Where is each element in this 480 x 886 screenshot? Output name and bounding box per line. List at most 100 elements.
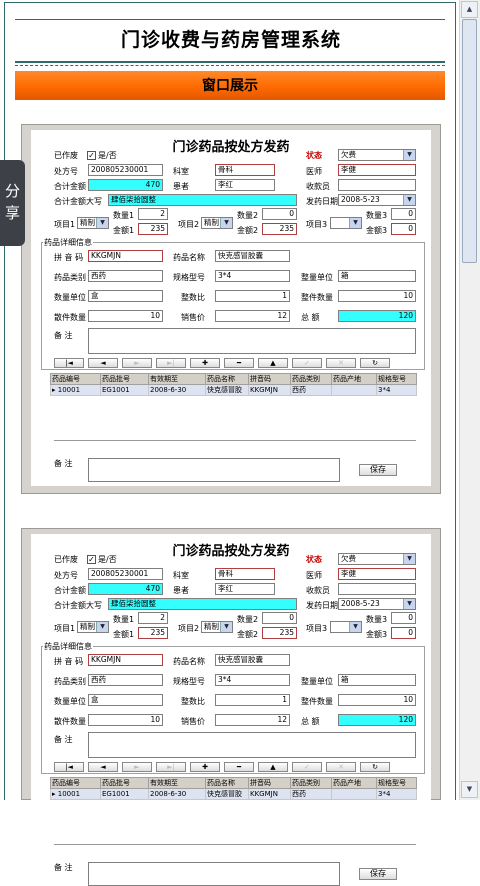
cashier-field[interactable] — [338, 583, 416, 595]
status-select[interactable]: 欠费 ▼ — [338, 149, 416, 161]
nav-delete-button[interactable]: ━ — [224, 762, 254, 772]
col-drug-name[interactable]: 药品名称 — [205, 777, 249, 789]
col-origin[interactable]: 药品产地 — [331, 777, 377, 789]
pack-unit-field[interactable]: 箱 — [338, 270, 416, 282]
item1-select[interactable]: 精制 ▼ — [77, 621, 109, 633]
amt3-field[interactable]: 0 — [391, 223, 416, 235]
scroll-thumb[interactable] — [462, 19, 477, 263]
total-upper-field[interactable]: 肆佰柒拾圆整 — [108, 598, 297, 610]
col-drug-id[interactable]: 药品编号 — [50, 777, 101, 789]
remark-field[interactable] — [88, 328, 416, 354]
table-row[interactable]: ▸ 10001 EG1001 2008-6-30 快克感冒胶 KKGMJN 西药… — [50, 384, 417, 396]
patient-field[interactable]: 李红 — [215, 179, 275, 191]
save-button[interactable]: 保存 — [359, 868, 397, 880]
nav-cancel-button[interactable]: ✕ — [326, 762, 356, 772]
sum-field[interactable]: 120 — [338, 714, 416, 726]
nav-insert-button[interactable]: ✚ — [190, 358, 220, 368]
col-drug-name[interactable]: 药品名称 — [205, 373, 249, 385]
qty3-field[interactable]: 0 — [391, 208, 416, 220]
scroll-down-button[interactable]: ▼ — [461, 781, 478, 798]
nav-next-button[interactable]: ► — [122, 358, 152, 368]
amt2-field[interactable]: 235 — [262, 627, 297, 639]
unit-field[interactable]: 盒 — [88, 694, 163, 706]
item3-select[interactable]: ▼ — [330, 217, 362, 229]
share-tab[interactable]: 分享 — [0, 160, 25, 246]
col-pinyin[interactable]: 拼音码 — [248, 777, 291, 789]
nav-prev-button[interactable]: ◄ — [88, 358, 118, 368]
spec-field[interactable]: 3*4 — [215, 674, 290, 686]
spec-field[interactable]: 3*4 — [215, 270, 290, 282]
qty2-field[interactable]: 0 — [262, 612, 297, 624]
bottom-remark-field[interactable] — [88, 458, 340, 482]
drug-name-field[interactable]: 快克感冒胶囊 — [215, 654, 290, 666]
col-origin[interactable]: 药品产地 — [331, 373, 377, 385]
total-upper-field[interactable]: 肆佰柒拾圆整 — [108, 194, 297, 206]
amt1-field[interactable]: 235 — [138, 627, 168, 639]
pack-qty-field[interactable]: 10 — [338, 694, 416, 706]
unit-field[interactable]: 盒 — [88, 290, 163, 302]
rx-no-field[interactable]: 200805230001 — [88, 164, 163, 176]
total-field[interactable]: 470 — [88, 583, 163, 595]
col-spec[interactable]: 规格型号 — [376, 777, 417, 789]
nav-first-button[interactable]: |◄ — [54, 358, 84, 368]
col-expiry[interactable]: 有效期至 — [148, 777, 206, 789]
loose-qty-field[interactable]: 10 — [88, 714, 163, 726]
remark-field[interactable] — [88, 732, 416, 758]
dispense-date-picker[interactable]: 2008-5-23 ▼ — [338, 598, 416, 610]
nav-delete-button[interactable]: ━ — [224, 358, 254, 368]
col-drug-type[interactable]: 药品类别 — [290, 777, 332, 789]
col-batch[interactable]: 药品批号 — [100, 777, 149, 789]
patient-field[interactable]: 李红 — [215, 583, 275, 595]
nav-refresh-button[interactable]: ↻ — [360, 358, 390, 368]
col-drug-type[interactable]: 药品类别 — [290, 373, 332, 385]
col-batch[interactable]: 药品批号 — [100, 373, 149, 385]
nav-first-button[interactable]: |◄ — [54, 762, 84, 772]
amt1-field[interactable]: 235 — [138, 223, 168, 235]
total-field[interactable]: 470 — [88, 179, 163, 191]
pinyin-field[interactable]: KKGMJN — [88, 250, 163, 262]
doctor-field[interactable]: 李健 — [338, 164, 416, 176]
nav-last-button[interactable]: ►| — [156, 762, 186, 772]
nav-cancel-button[interactable]: ✕ — [326, 358, 356, 368]
nav-edit-button[interactable]: ▲ — [258, 762, 288, 772]
col-drug-id[interactable]: 药品编号 — [50, 373, 101, 385]
void-checkbox[interactable]: ✓ — [87, 151, 96, 160]
dept-field[interactable]: 骨科 — [215, 568, 275, 580]
ratio-field[interactable]: 1 — [215, 694, 290, 706]
pinyin-field[interactable]: KKGMJN — [88, 654, 163, 666]
ratio-field[interactable]: 1 — [215, 290, 290, 302]
col-expiry[interactable]: 有效期至 — [148, 373, 206, 385]
pack-unit-field[interactable]: 箱 — [338, 674, 416, 686]
col-spec[interactable]: 规格型号 — [376, 373, 417, 385]
rx-no-field[interactable]: 200805230001 — [88, 568, 163, 580]
sum-field[interactable]: 120 — [338, 310, 416, 322]
nav-edit-button[interactable]: ▲ — [258, 358, 288, 368]
doctor-field[interactable]: 李健 — [338, 568, 416, 580]
qty1-field[interactable]: 2 — [138, 208, 168, 220]
drug-type-field[interactable]: 西药 — [88, 674, 163, 686]
page-scrollbar[interactable]: ▲ ▼ — [459, 0, 480, 800]
dept-field[interactable]: 骨科 — [215, 164, 275, 176]
price-field[interactable]: 12 — [215, 310, 290, 322]
dispense-date-picker[interactable]: 2008-5-23 ▼ — [338, 194, 416, 206]
item2-select[interactable]: 精制 ▼ — [201, 217, 233, 229]
nav-prev-button[interactable]: ◄ — [88, 762, 118, 772]
amt3-field[interactable]: 0 — [391, 627, 416, 639]
cashier-field[interactable] — [338, 179, 416, 191]
col-pinyin[interactable]: 拼音码 — [248, 373, 291, 385]
price-field[interactable]: 12 — [215, 714, 290, 726]
item3-select[interactable]: ▼ — [330, 621, 362, 633]
qty2-field[interactable]: 0 — [262, 208, 297, 220]
loose-qty-field[interactable]: 10 — [88, 310, 163, 322]
qty3-field[interactable]: 0 — [391, 612, 416, 624]
void-checkbox[interactable]: ✓ — [87, 555, 96, 564]
table-row[interactable]: ▸ 10001 EG1001 2008-6-30 快克感冒胶 KKGMJN 西药… — [50, 788, 417, 800]
pack-qty-field[interactable]: 10 — [338, 290, 416, 302]
nav-post-button[interactable]: ✓ — [292, 762, 322, 772]
amt2-field[interactable]: 235 — [262, 223, 297, 235]
status-select[interactable]: 欠费 ▼ — [338, 553, 416, 565]
qty1-field[interactable]: 2 — [138, 612, 168, 624]
drug-name-field[interactable]: 快克感冒胶囊 — [215, 250, 290, 262]
item2-select[interactable]: 精制 ▼ — [201, 621, 233, 633]
nav-refresh-button[interactable]: ↻ — [360, 762, 390, 772]
